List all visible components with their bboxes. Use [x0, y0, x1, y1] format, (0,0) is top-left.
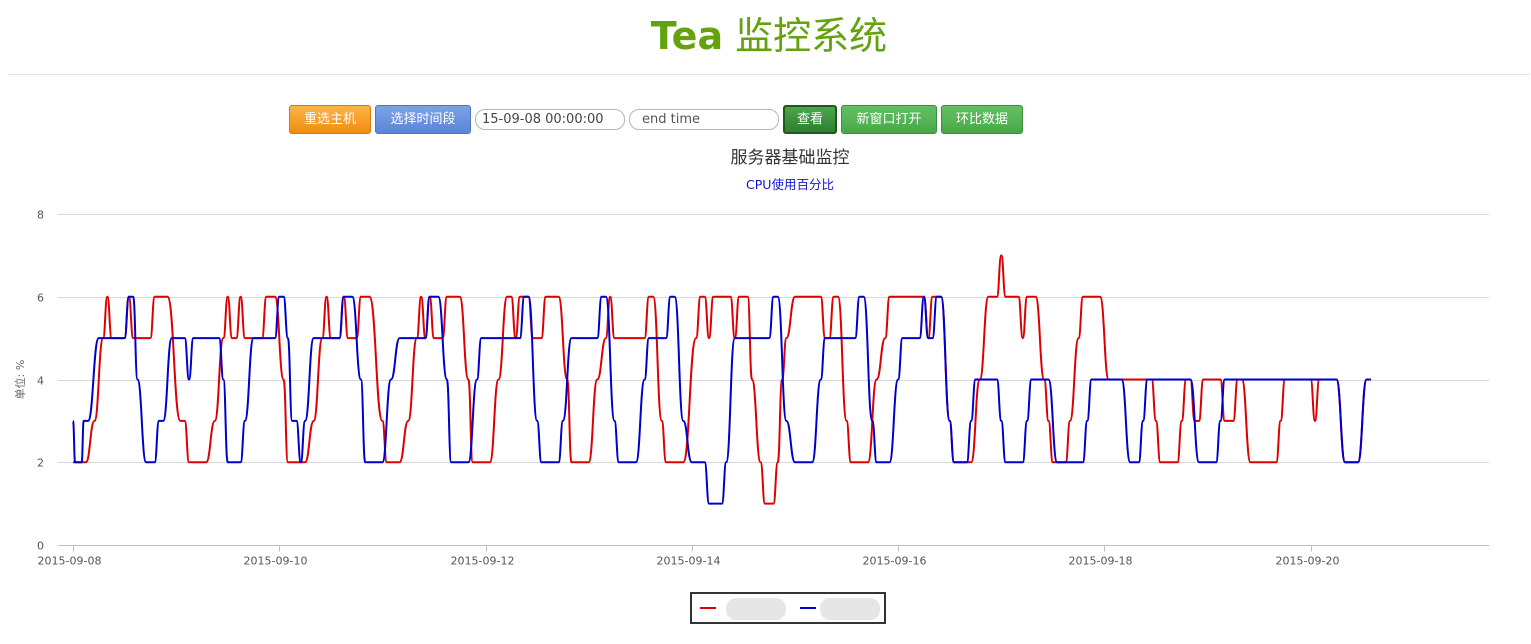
series-line-2	[72, 295, 1371, 505]
y-axis-title: 单位: %	[13, 360, 27, 400]
end-time-input[interactable]: end time	[629, 109, 779, 130]
x-tick-label: 2015-09-18	[1069, 555, 1133, 568]
y-tick-label: 0	[37, 540, 44, 553]
legend-label-series-2	[820, 598, 880, 620]
y-tick-label: 8	[37, 209, 44, 222]
series-layer	[72, 254, 1371, 505]
x-axis	[58, 545, 1489, 552]
view-button[interactable]: 查看	[783, 105, 837, 134]
chart-legend	[690, 592, 886, 624]
y-axis-tick-labels: 0 2 4 6 8	[37, 209, 44, 553]
reselect-host-button[interactable]: 重选主机	[289, 105, 371, 134]
x-tick-label: 2015-09-16	[863, 555, 927, 568]
x-axis-tick-labels: 2015-09-08 2015-09-10 2015-09-12 2015-09-14…	[38, 555, 1340, 568]
app-header: Tea 监控系统	[8, 0, 1530, 75]
chart-subtitle: CPU使用百分比	[746, 177, 834, 192]
x-tick-label: 2015-09-12	[451, 555, 515, 568]
cpu-line-chart: 02468 2015-09-08 2015-09-10 2015-09-12 2015…	[13, 209, 1489, 568]
open-new-window-button[interactable]: 新窗口打开	[841, 105, 937, 134]
compare-data-button[interactable]: 环比数据	[941, 105, 1023, 134]
select-period-button[interactable]: 选择时间段	[375, 105, 471, 134]
start-time-value: 15-09-08 00:00:00	[482, 112, 604, 127]
app-title-brand: Tea	[650, 14, 724, 58]
x-tick-label: 2015-09-20	[1276, 555, 1340, 568]
start-time-input[interactable]: 15-09-08 00:00:00	[475, 109, 625, 130]
app-title-rest: 监控系统	[723, 14, 888, 58]
legend-swatch-series-1	[700, 607, 716, 609]
x-tick-label: 2015-09-10	[244, 555, 308, 568]
chart-title: 服务器基础监控	[730, 148, 850, 168]
y-tick-label: 2	[37, 457, 44, 470]
y-tick-label: 6	[37, 292, 44, 305]
x-tick-label: 2015-09-14	[657, 555, 721, 568]
y-tick-label: 4	[37, 375, 44, 388]
x-tick-label: 2015-09-08	[38, 555, 102, 568]
legend-swatch-series-2	[800, 607, 816, 609]
app-title: Tea 监控系统	[8, 12, 1530, 60]
legend-label-series-1	[726, 598, 786, 620]
